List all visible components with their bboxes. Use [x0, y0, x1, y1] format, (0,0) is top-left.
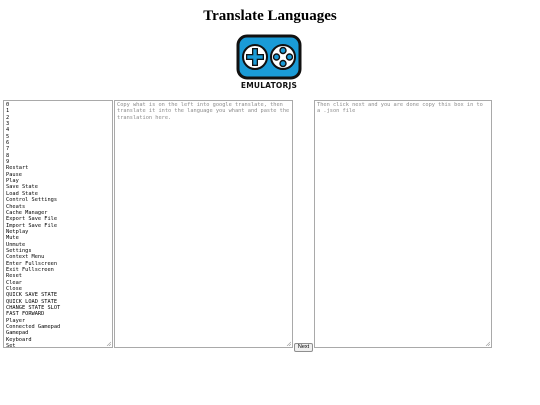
- source-strings-textarea[interactable]: 0 1 2 3 4 5 6 7 8 9 Restart Pause Play Save State Load…: [3, 100, 113, 348]
- resize-handle-icon[interactable]: [286, 341, 291, 346]
- resize-handle-icon[interactable]: [485, 341, 490, 346]
- output-placeholder: Then click next and you are done copy th…: [317, 102, 483, 115]
- emulatorjs-logo: EMULATORJS: [233, 33, 305, 95]
- json-output-textarea[interactable]: Then click next and you are done copy th…: [314, 100, 492, 348]
- translation-input-textarea[interactable]: Copy what is on the left into google tra…: [114, 100, 293, 348]
- resize-handle-icon[interactable]: [106, 341, 111, 346]
- gamepad-icon: [236, 34, 302, 80]
- source-string-line: Set: [6, 343, 16, 348]
- translation-placeholder: Copy what is on the left into google tra…: [117, 102, 290, 121]
- page-title: Translate Languages: [203, 8, 337, 24]
- logo-text: EMULATORJS: [240, 81, 298, 90]
- next-button[interactable]: Next: [294, 343, 313, 352]
